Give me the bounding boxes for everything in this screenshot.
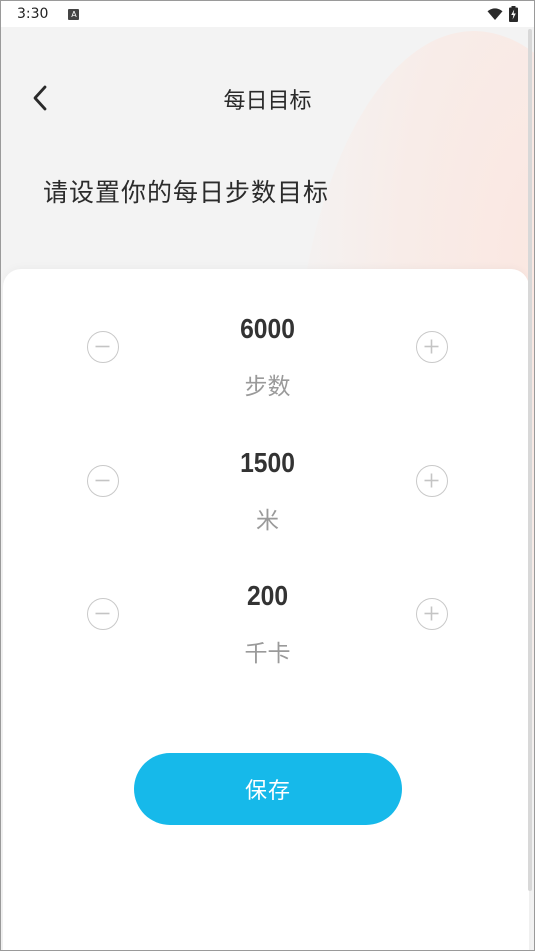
goal-unit: 步数 <box>244 374 291 400</box>
a-icon: A <box>68 8 80 20</box>
status-bar: 3:30 A <box>1 1 534 27</box>
top-bar: 每日目标 <box>1 61 534 137</box>
page-title: 每日目标 <box>223 89 312 114</box>
status-icons <box>487 6 518 22</box>
goal-row-calories: 200 千卡 <box>1 578 534 678</box>
plus-icon <box>424 606 439 621</box>
save-button[interactable]: 保存 <box>134 753 402 825</box>
increase-distance-button[interactable] <box>416 465 448 497</box>
goal-row-steps: 6000 步数 <box>1 311 534 411</box>
wifi-icon <box>487 7 503 20</box>
goal-unit: 千卡 <box>244 641 291 667</box>
headline: 请设置你的每日步数目标 <box>43 178 330 207</box>
goal-unit: 米 <box>256 508 279 534</box>
plus-icon <box>424 473 439 488</box>
battery-charging-icon <box>509 6 518 22</box>
status-time: 3:30 <box>17 6 49 22</box>
goal-row-distance: 1500 米 <box>1 445 534 545</box>
scrollbar[interactable] <box>528 29 532 891</box>
plus-icon <box>424 339 439 354</box>
app-screen: 3:30 A 每日目标 请设置你的每日步数目标 6000 步数 1500 米 2… <box>0 0 535 951</box>
increase-steps-button[interactable] <box>416 331 448 363</box>
increase-calories-button[interactable] <box>416 598 448 630</box>
